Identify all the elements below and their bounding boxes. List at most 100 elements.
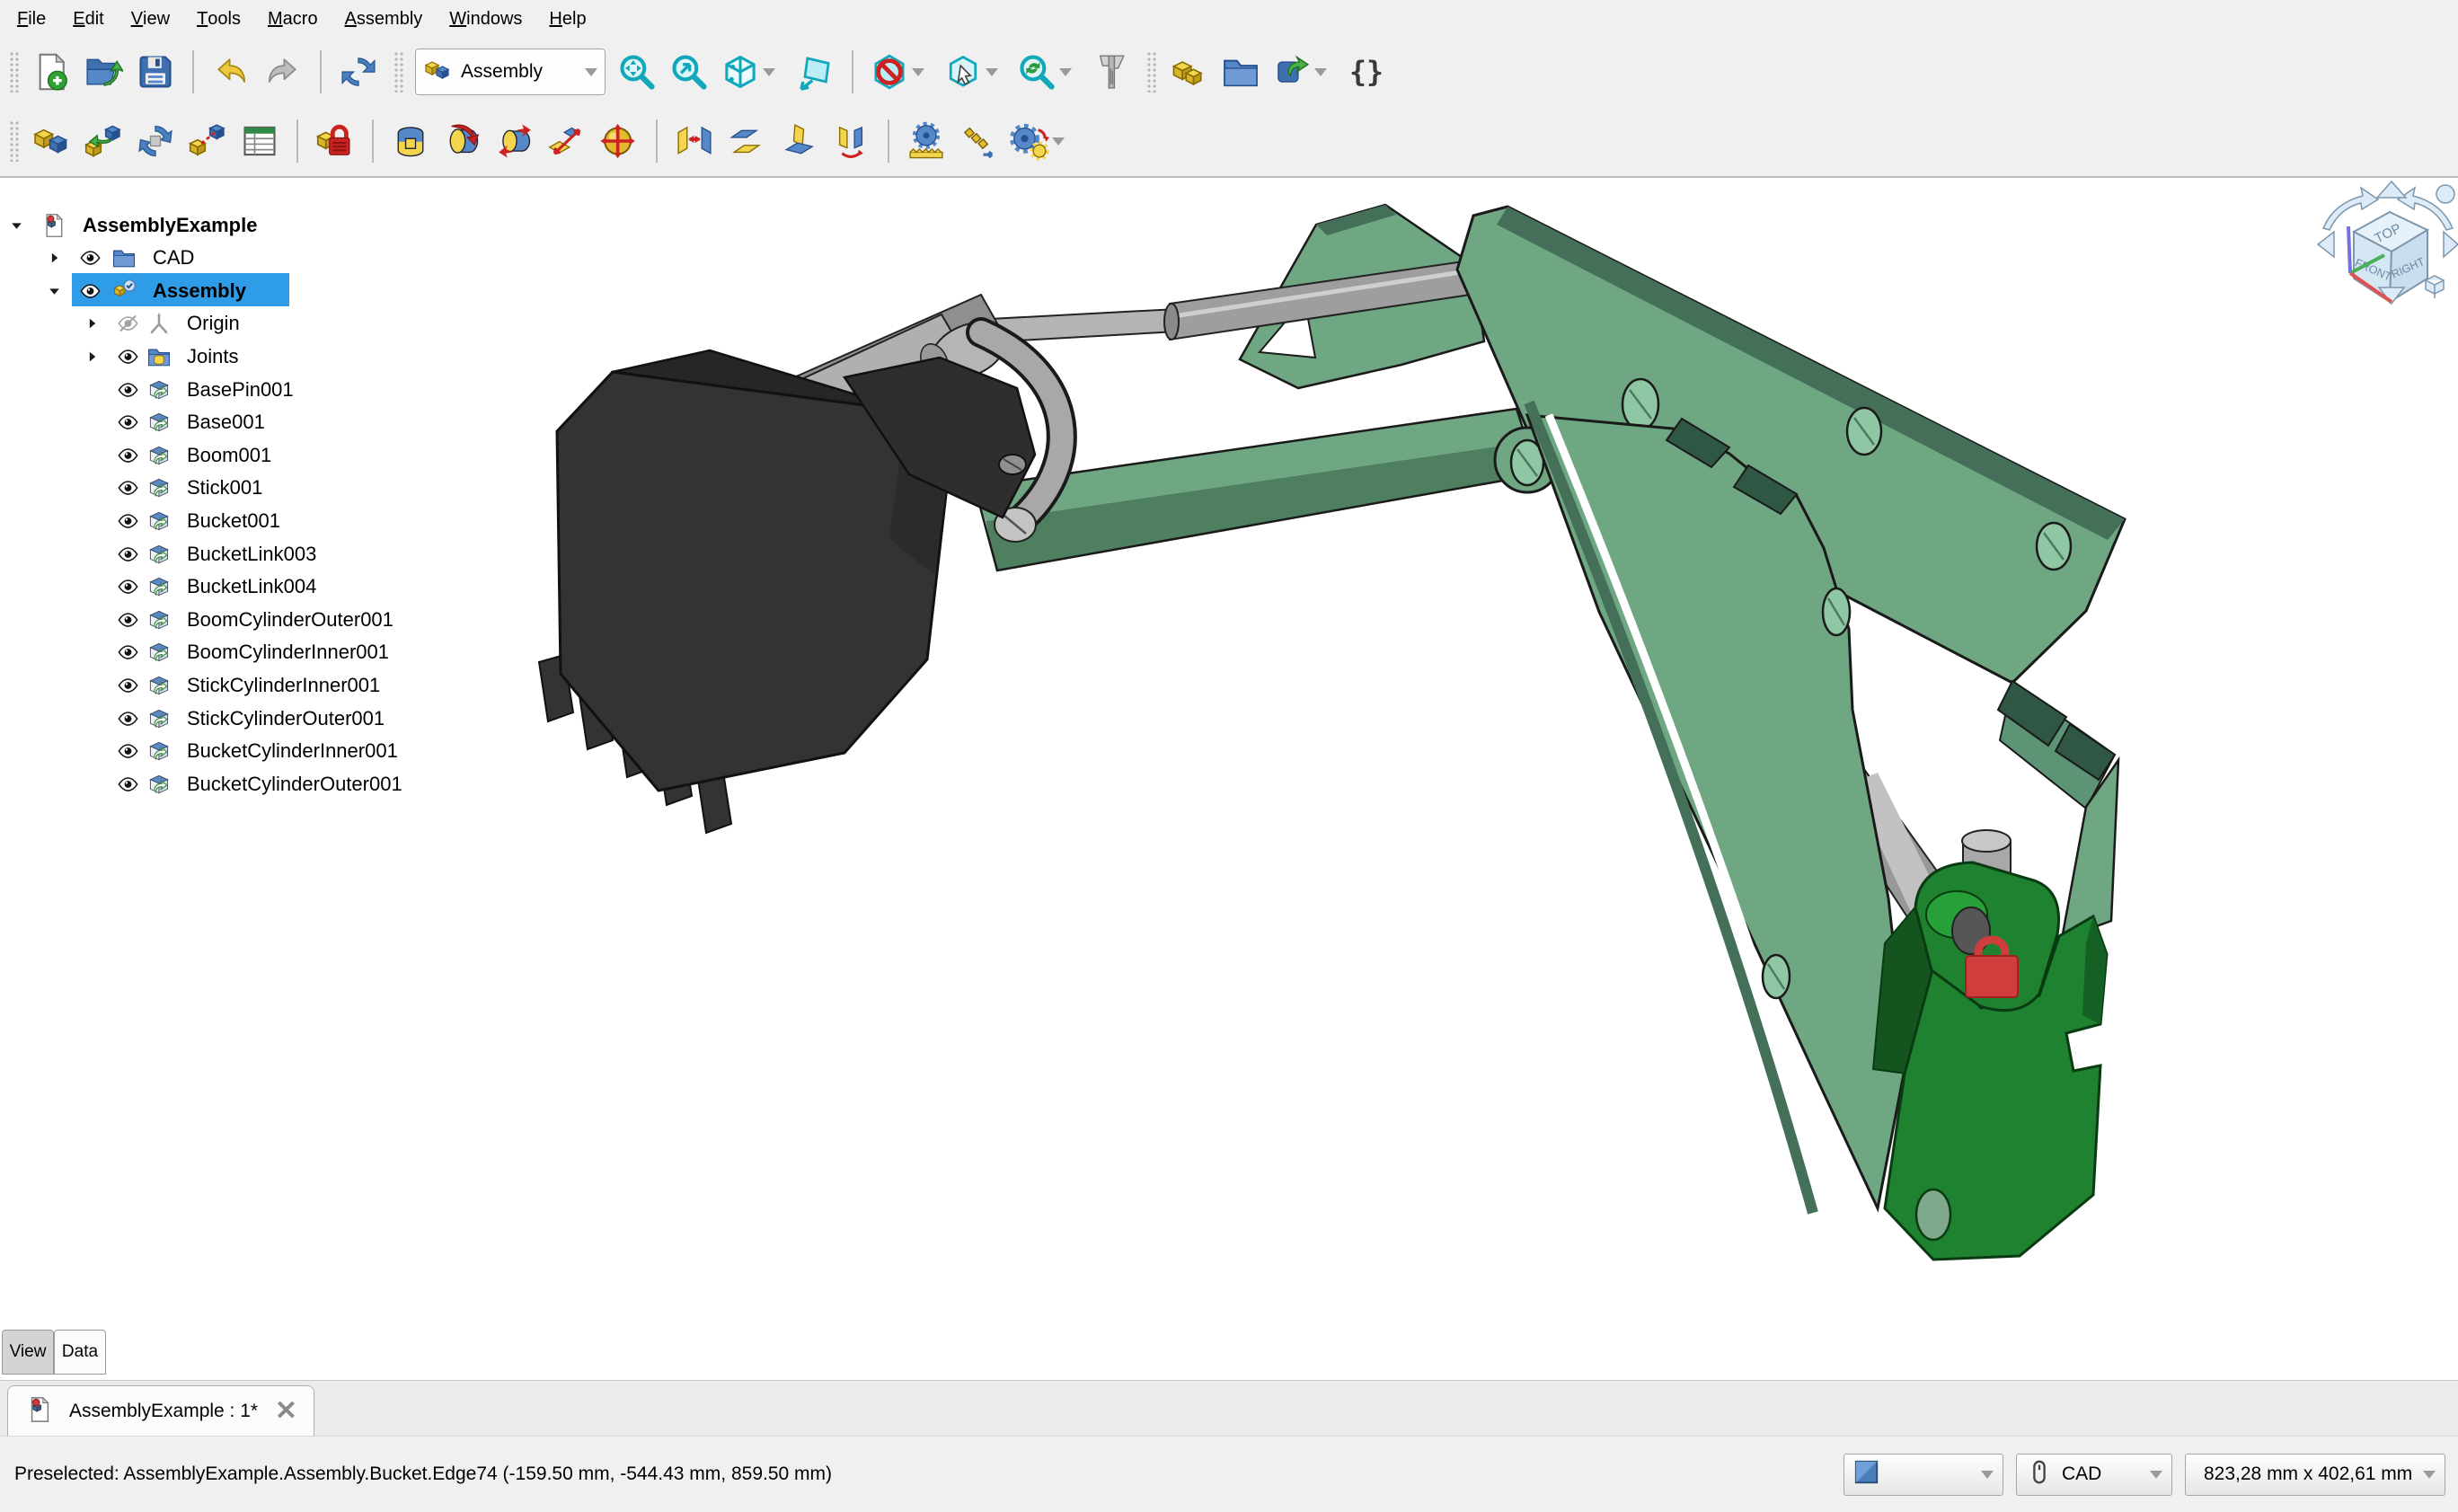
- isometric-view-button[interactable]: [715, 45, 789, 99]
- close-icon[interactable]: ✕: [275, 1398, 297, 1425]
- tree-item-label[interactable]: Base001: [187, 411, 265, 434]
- eye-icon[interactable]: [117, 543, 139, 565]
- fit-selection-button[interactable]: [663, 45, 715, 99]
- tree-row-bucketcylinderinner001[interactable]: BucketCylinderInner001: [0, 735, 485, 768]
- dropdown-arrow-icon[interactable]: [1314, 68, 1327, 76]
- expression-editor-button[interactable]: {}: [1340, 45, 1393, 99]
- eye-icon[interactable]: [79, 247, 102, 270]
- tree-row-bucketcylinderouter001[interactable]: BucketCylinderOuter001: [0, 767, 485, 800]
- create-simulation-button[interactable]: [181, 114, 234, 168]
- eye-icon[interactable]: [117, 740, 139, 763]
- tree-row-cad[interactable]: CAD: [0, 242, 485, 275]
- tree-row-base001[interactable]: Base001: [0, 406, 485, 439]
- eye-icon[interactable]: [117, 509, 139, 532]
- dropdown-arrow-icon[interactable]: [1059, 68, 1072, 76]
- tree-row-origin[interactable]: Origin: [0, 307, 485, 340]
- caret-down-icon[interactable]: [47, 283, 62, 298]
- tree-row-assembly[interactable]: Assembly: [0, 274, 485, 307]
- dropdown-arrow-icon[interactable]: [986, 68, 998, 76]
- clipping-plane-button[interactable]: [864, 45, 938, 99]
- create-part-button[interactable]: [1163, 45, 1215, 99]
- tree-item-label[interactable]: BucketLink004: [187, 575, 316, 598]
- tree-item-label[interactable]: BucketLink003: [187, 543, 316, 566]
- dropdown-arrow-icon[interactable]: [1052, 137, 1065, 146]
- joint-screw-button[interactable]: [952, 114, 1004, 168]
- dropdown-arrow-icon[interactable]: [912, 68, 924, 76]
- caret-right-icon[interactable]: [47, 251, 62, 266]
- tree-row-joints[interactable]: Joints: [0, 340, 485, 373]
- joint-distance-button[interactable]: [668, 114, 721, 168]
- tree-item-label[interactable]: Joints: [187, 345, 238, 368]
- tree-item-label[interactable]: CAD: [153, 246, 194, 270]
- tree-row-bucketlink003[interactable]: BucketLink003: [0, 537, 485, 570]
- tree-item-label[interactable]: Bucket001: [187, 509, 280, 533]
- tree-row-bucket001[interactable]: Bucket001: [0, 504, 485, 537]
- tree-item-label[interactable]: Origin: [187, 312, 240, 335]
- joint-rack-pinion-button[interactable]: [900, 114, 952, 168]
- eye-icon[interactable]: [117, 674, 139, 696]
- joint-gears-button[interactable]: [1004, 114, 1078, 168]
- view-dimensions-combo[interactable]: 823,28 mm x 402,61 mm: [2185, 1454, 2445, 1496]
- joint-fixed-button[interactable]: [385, 114, 437, 168]
- model-bucket[interactable]: [539, 350, 1035, 833]
- menu-view[interactable]: View: [118, 0, 183, 38]
- workbench-selector[interactable]: Assembly: [415, 49, 606, 95]
- eye-icon[interactable]: [117, 378, 139, 401]
- insert-component-button[interactable]: [77, 114, 129, 168]
- joint-revolute-button[interactable]: [437, 114, 489, 168]
- tree-row-stickcylinderouter001[interactable]: StickCylinderOuter001: [0, 702, 485, 735]
- joint-parallel-button[interactable]: [721, 114, 773, 168]
- refresh-button[interactable]: [332, 45, 385, 99]
- caret-right-icon[interactable]: [84, 316, 100, 332]
- draw-style-combo[interactable]: [1844, 1454, 2003, 1496]
- eye-icon[interactable]: [117, 444, 139, 466]
- link-actions-button[interactable]: [1267, 45, 1340, 99]
- save-document-button[interactable]: [129, 45, 181, 99]
- box-zoom-button[interactable]: [938, 45, 1012, 99]
- tab-view[interactable]: View: [2, 1330, 54, 1375]
- menu-assembly[interactable]: Assembly: [332, 0, 437, 38]
- eye-icon[interactable]: [117, 641, 139, 664]
- toolbar-grip[interactable]: [9, 120, 20, 162]
- eye-off-icon[interactable]: [117, 313, 139, 335]
- menu-windows[interactable]: Windows: [436, 0, 535, 38]
- tree-item-label[interactable]: Stick001: [187, 476, 262, 500]
- toolbar-grip[interactable]: [1146, 51, 1157, 93]
- eye-icon[interactable]: [79, 279, 102, 302]
- caret-down-icon[interactable]: [9, 217, 24, 233]
- caret-right-icon[interactable]: [84, 349, 100, 364]
- tree-row-assemblyexample[interactable]: AssemblyExample: [0, 208, 485, 242]
- nav-cube[interactable]: TOP FRONT RIGHT: [2318, 181, 2458, 304]
- joint-angle-button[interactable]: [825, 114, 877, 168]
- tree-row-basepin001[interactable]: BasePin001: [0, 373, 485, 406]
- tree-item-label[interactable]: BoomCylinderOuter001: [187, 608, 393, 632]
- menu-file[interactable]: File: [4, 0, 59, 38]
- create-assembly-button[interactable]: [25, 114, 77, 168]
- tree-item-label[interactable]: Assembly: [153, 279, 246, 303]
- eye-icon[interactable]: [117, 608, 139, 631]
- joint-ball-button[interactable]: [593, 114, 645, 168]
- undo-button[interactable]: [205, 45, 257, 99]
- tree-row-boomcylinderouter001[interactable]: BoomCylinderOuter001: [0, 603, 485, 636]
- tree-row-boom001[interactable]: Boom001: [0, 438, 485, 472]
- tree-item-label[interactable]: BucketCylinderOuter001: [187, 773, 402, 796]
- joint-cylindrical-button[interactable]: [489, 114, 541, 168]
- sync-view-button[interactable]: [789, 45, 841, 99]
- measure-button[interactable]: [1085, 45, 1137, 99]
- tab-data[interactable]: Data: [54, 1330, 106, 1375]
- eye-icon[interactable]: [117, 477, 139, 500]
- joint-perpendicular-button[interactable]: [773, 114, 825, 168]
- tree-item-label[interactable]: StickCylinderInner001: [187, 674, 380, 697]
- toolbar-grip[interactable]: [9, 51, 20, 93]
- tree-item-label[interactable]: BoomCylinderInner001: [187, 641, 389, 664]
- menu-tools[interactable]: Tools: [183, 0, 254, 38]
- eye-icon[interactable]: [117, 411, 139, 434]
- tree-row-stick001[interactable]: Stick001: [0, 472, 485, 505]
- toggle-grounded-button[interactable]: [309, 114, 361, 168]
- navigation-style-combo[interactable]: CAD: [2016, 1454, 2172, 1496]
- eye-icon[interactable]: [117, 707, 139, 729]
- create-group-button[interactable]: [1215, 45, 1267, 99]
- tree-item-label[interactable]: BasePin001: [187, 378, 294, 402]
- new-document-button[interactable]: [25, 45, 77, 99]
- tree-row-stickcylinderinner001[interactable]: StickCylinderInner001: [0, 668, 485, 702]
